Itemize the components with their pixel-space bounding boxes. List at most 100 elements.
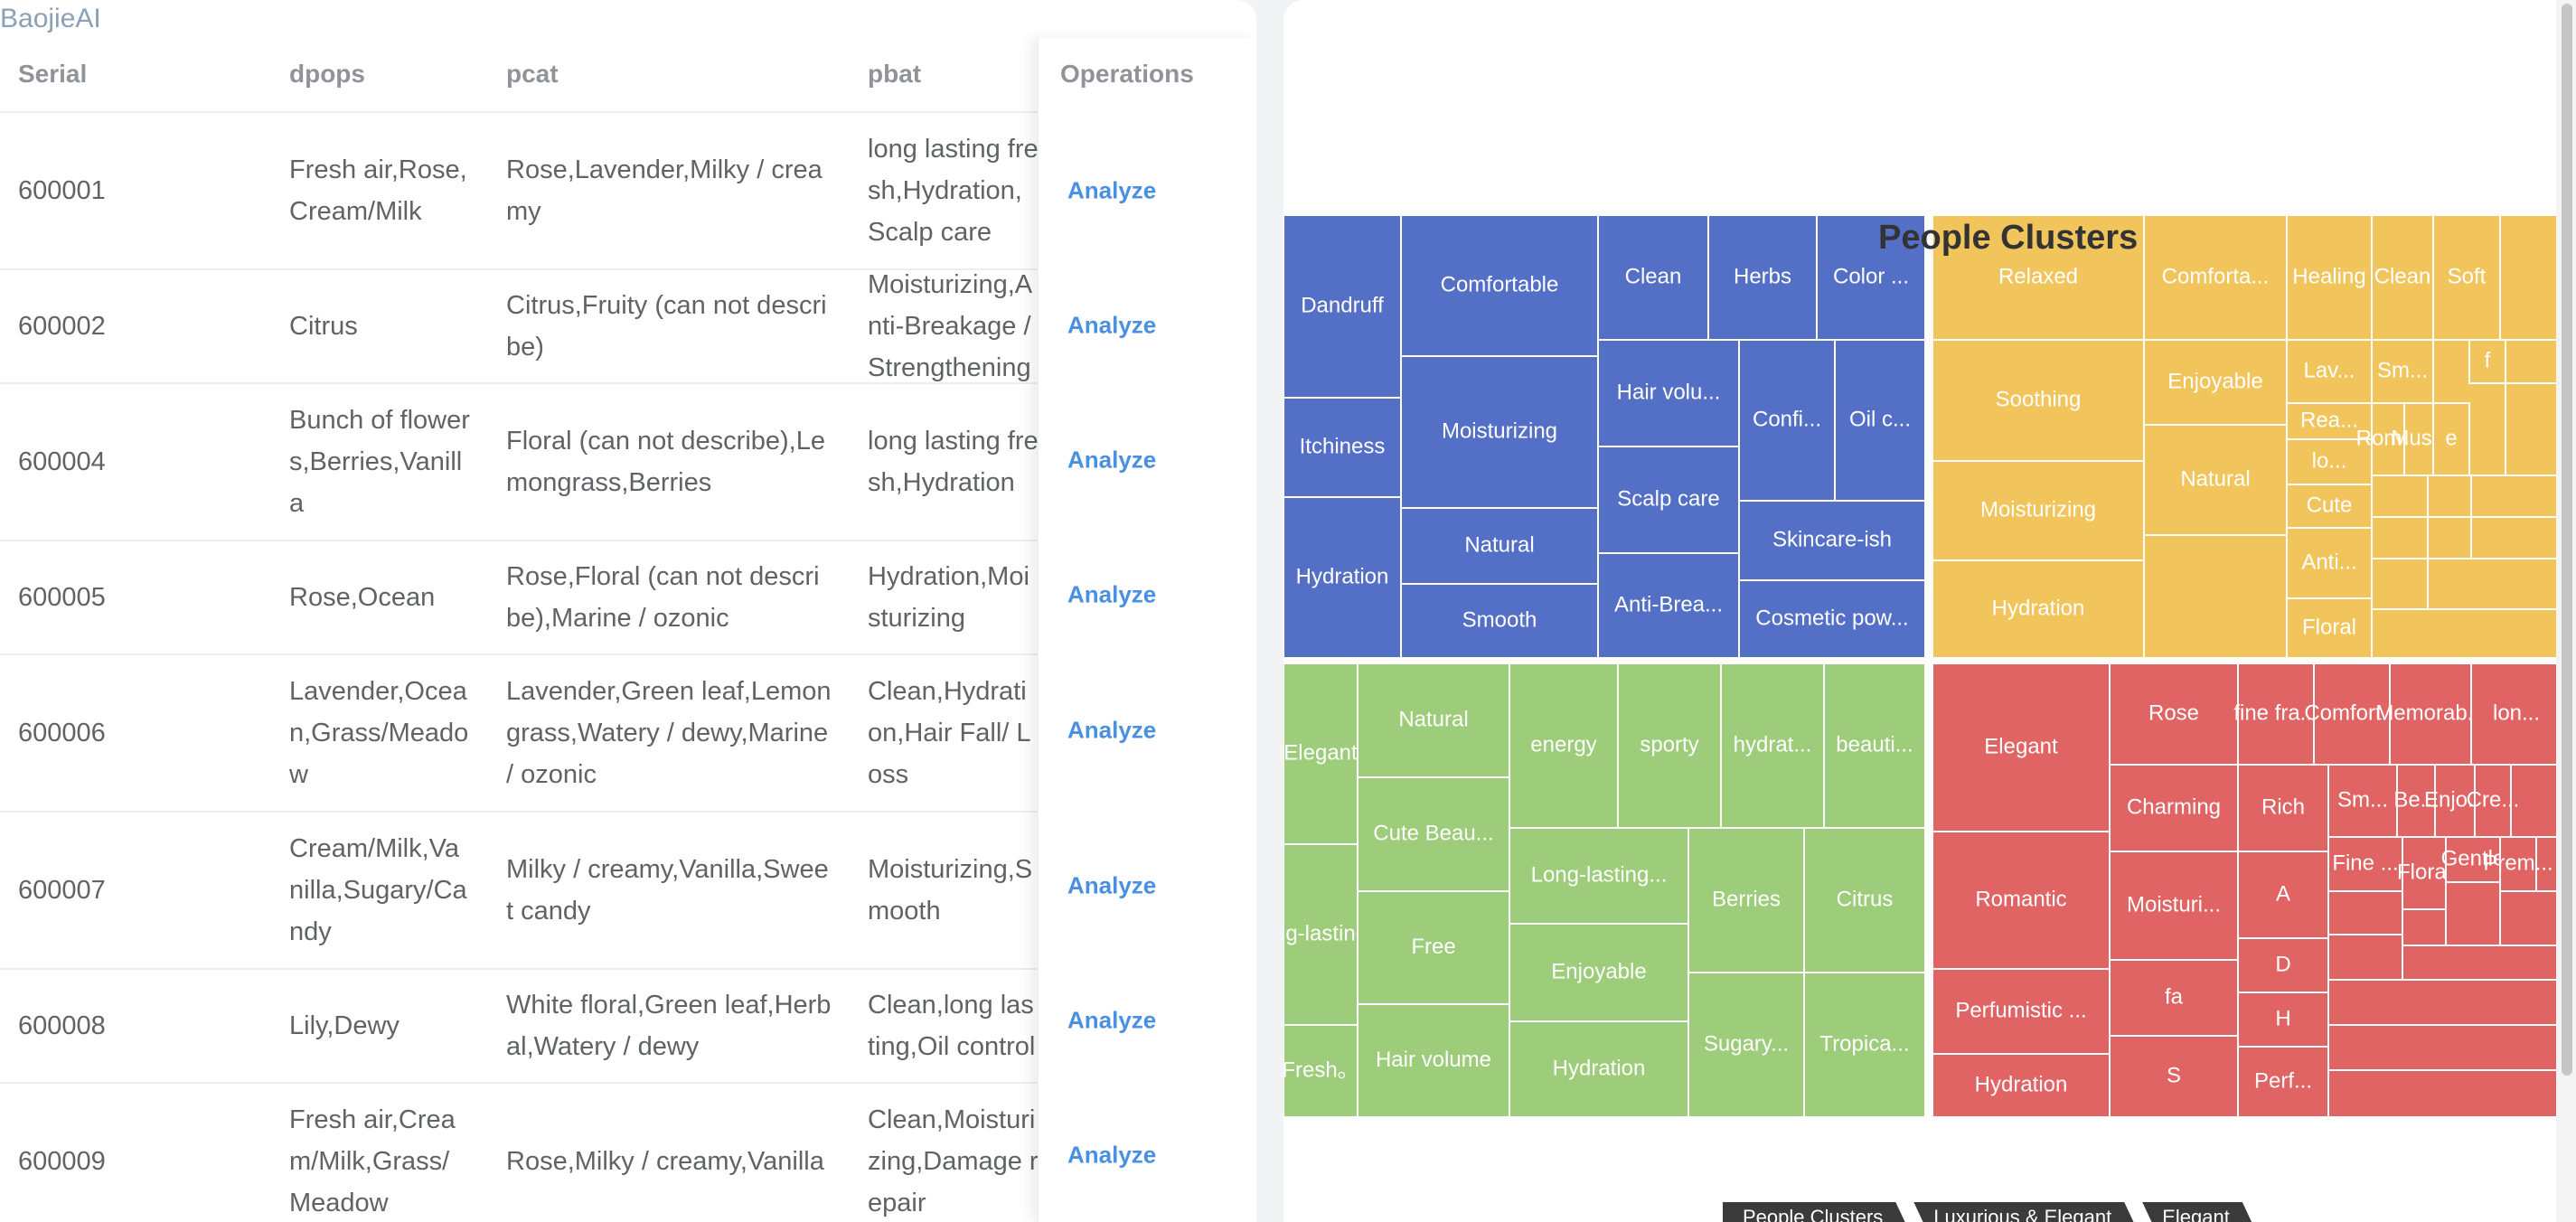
analyze-link[interactable]: Analyze [1067,872,1156,900]
treemap-node[interactable] [2505,339,2562,384]
column-header-operations: Operations [1060,60,1194,88]
treemap-node[interactable] [2445,881,2501,946]
treemap-node-label: Lav... [2304,358,2355,382]
analyze-link[interactable]: Analyze [1067,717,1156,745]
table-panel: BaojieAI Serial dpops pcat pbat 600001 F… [0,0,1256,1222]
treemap-node-label: Floral [2302,615,2356,639]
pbat-cell: Clean,Moisturizing,Damage repair [868,1105,1039,1217]
treemap-node-label: hydrat... [1734,732,1812,757]
analyze-link[interactable]: Analyze [1067,581,1156,609]
treemap-node-label: A [2276,881,2290,906]
treemap-node[interactable] [2371,516,2429,559]
treemap-node-label: Sm... [2337,787,2388,812]
treemap-node-label: energy [1530,732,1596,757]
treemap-node-label: Dandruff [1301,293,1384,317]
treemap-node-label: Anti-Brea... [1614,592,1723,616]
serial-cell: 600004 [18,447,106,476]
treemap-node-label: Clean [1625,264,1682,288]
treemap-node-label: Itchiness [1300,434,1386,458]
scrollbar-thumb[interactable] [2562,4,2572,1076]
treemap-node-label: Berries [1712,887,1781,911]
treemap-node-label: Comfortable [1441,272,1559,296]
pbat-cell: Clean,long lasting,Oil control [868,991,1036,1061]
pcat-cell: Lavender,Green leaf,Lemongrass,Watery / … [506,677,832,789]
analyze-link[interactable]: Analyze [1067,446,1156,475]
treemap-node[interactable] [2427,475,2472,518]
treemap-node-label: S [2167,1063,2181,1087]
treemap-node-label: e [2445,426,2457,450]
treemap-node-label: Citrus [1837,887,1894,911]
treemap-node-label: Cosmetic pow... [1755,606,1908,630]
column-header-dpops[interactable]: dpops [289,60,365,89]
treemap-node-label: Charming [2127,794,2221,819]
treemap-node[interactable] [2371,558,2429,610]
treemap-node-label: Free [1411,935,1455,959]
treemap-node-label: Moisturizing [1980,497,2096,522]
treemap-node-label: sporty [1640,732,1698,757]
serial-cell: 600007 [18,876,106,905]
pcat-cell: Rose,Floral (can not describe),Marine / … [506,562,820,633]
treemap-node-label: Natural [1398,707,1468,731]
dpops-cell: Cream/Milk,Vanilla,Sugary/Candy [289,834,467,946]
treemap-node-label: Fine ... [2332,851,2398,875]
treemap-node-label: Natural [2180,466,2250,491]
dpops-cell: Lily,Dewy [289,1011,400,1040]
treemap-node[interactable] [2327,1069,2562,1118]
treemap-node-label: Color ... [1833,264,1909,288]
operations-column: Operations Analyze Analyze Analyze Analy… [1038,38,1256,1222]
treemap-node[interactable] [2327,890,2403,935]
breadcrumb-item[interactable]: Luxurious & Elegant [1913,1202,2137,1222]
treemap-node[interactable] [2499,890,2562,946]
analyze-link[interactable]: Analyze [1067,1142,1156,1170]
treemap-node-label: Prem... [2483,851,2552,875]
treemap-node[interactable] [2371,475,2429,518]
column-header-serial[interactable]: Serial [18,60,87,89]
treemap-node-label: Soft [2448,264,2487,288]
treemap-node-label: Cute Beau... [1373,821,1493,845]
treemap-node-label: f [2485,348,2491,372]
treemap-node[interactable] [2470,475,2562,518]
treemap-node-label: Clean [2374,264,2431,288]
treemap-node-label: D [2275,952,2290,976]
treemap-node-label: Long-lasting... [1531,862,1668,887]
treemap-node-label: Hydration [1975,1072,2068,1096]
treemap-breadcrumb: People Clusters Luxurious & Elegant Eleg… [1723,1202,2261,1222]
treemap-chart[interactable]: Dandruff Itchiness Hydration Comfortable Moi… [1283,0,2576,1222]
pcat-cell: Rose,Milky / creamy,Vanilla [506,1147,824,1176]
treemap-node-label: Rea... [2300,408,2358,432]
column-header-pcat[interactable]: pcat [506,60,559,89]
dpops-cell: Lavender,Ocean,Grass/Meadow [289,677,469,789]
pcat-cell: Citrus,Fruity (can not describe) [506,291,827,362]
column-header-pbat[interactable]: pbat [868,60,921,89]
analyze-link[interactable]: Analyze [1067,312,1156,340]
treemap-node-label: Moisturi... [2127,892,2221,916]
serial-cell: 600002 [18,312,106,341]
dpops-cell: Bunch of flowers,Berries,Vanilla [289,406,470,518]
serial-cell: 600008 [18,1011,106,1040]
treemap-node[interactable] [2327,1024,2562,1071]
treemap-node-label: Memorab... [2375,700,2485,725]
vertical-scrollbar[interactable] [2556,0,2576,1222]
analyze-link[interactable]: Analyze [1067,177,1156,205]
treemap-node[interactable] [2505,382,2562,476]
serial-cell: 600009 [18,1147,106,1176]
treemap-node-label: Enjoyable [1551,959,1646,983]
treemap-node-label: Natural [1464,532,1534,557]
treemap-node[interactable] [2427,516,2472,559]
treemap-node[interactable] [2371,608,2562,659]
treemap-node-label: Hydration [1296,564,1389,588]
treemap-node[interactable] [2327,934,2403,981]
analyze-link[interactable]: Analyze [1067,1007,1156,1035]
pbat-cell: Moisturizing,Anti-Breakage / Strengtheni… [868,270,1033,382]
treemap-node-label: Perf... [2254,1068,2312,1093]
treemap-node[interactable] [2327,979,2562,1026]
breadcrumb-item[interactable]: Elegant [2142,1202,2255,1222]
treemap-node-label: Comforta... [2162,264,2270,288]
treemap-node-label: Skincare-ish [1772,527,1892,551]
treemap-node-label: Perfumistic ... [1955,998,2086,1022]
pbat-cell: Clean,Hydration,Hair Fall/ Loss [868,677,1031,789]
breadcrumb-item[interactable]: People Clusters [1723,1202,1908,1222]
treemap-node-label: Elegant [1283,740,1358,765]
treemap-node[interactable] [2470,516,2562,559]
treemap-node[interactable] [2427,558,2562,610]
